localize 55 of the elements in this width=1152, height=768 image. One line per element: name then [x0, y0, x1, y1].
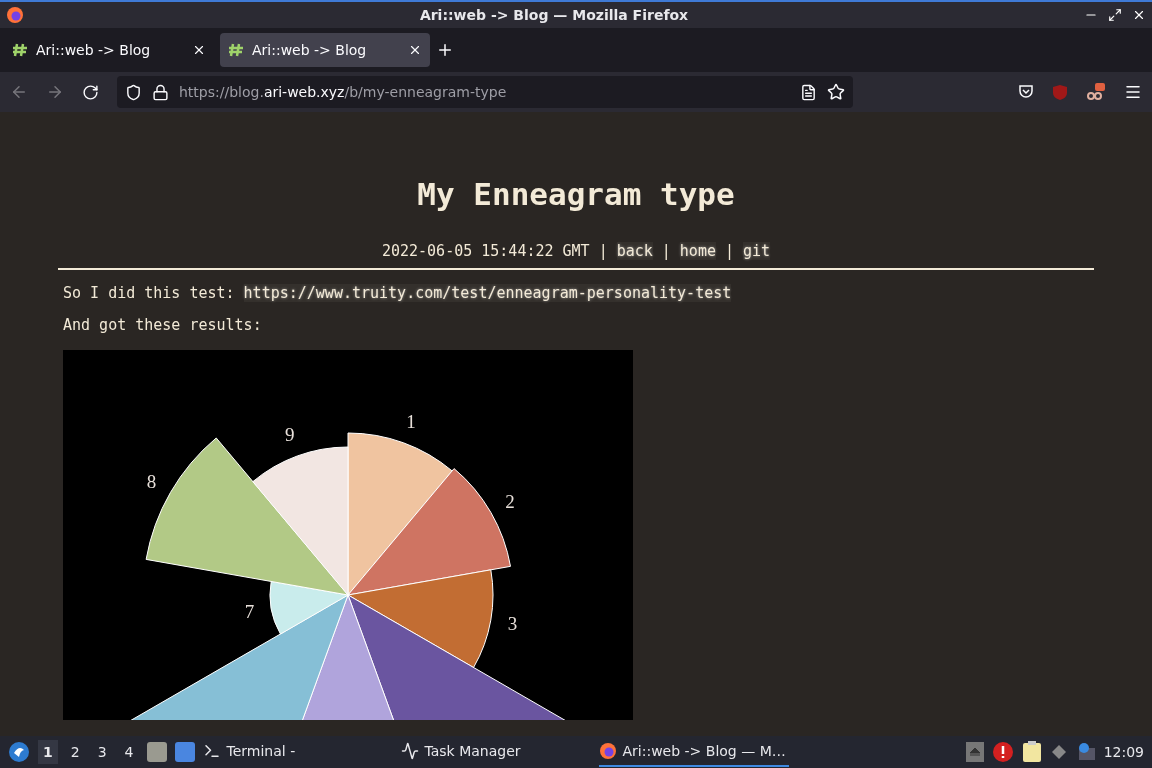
- taskbar-window-button[interactable]: Ari::web -> Blog — M…: [598, 737, 789, 767]
- firefox-logo-icon: [598, 742, 617, 760]
- meta-text: |: [598, 242, 608, 260]
- firefox-logo-icon: [6, 6, 24, 24]
- hash-favicon-icon: [12, 43, 28, 57]
- start-menu-icon[interactable]: [8, 741, 30, 763]
- forward-icon[interactable]: [46, 83, 64, 101]
- sector-label: 9: [285, 424, 295, 446]
- eject-icon[interactable]: [965, 742, 984, 762]
- workspace-button[interactable]: 1: [38, 740, 58, 764]
- sector-label: 1: [406, 411, 416, 433]
- browser-tab[interactable]: Ari::web -> Blog: [220, 33, 430, 67]
- workspace-button[interactable]: 4: [119, 740, 139, 764]
- sector-label: 3: [507, 613, 518, 634]
- menu-icon[interactable]: [1124, 83, 1142, 101]
- reload-icon[interactable]: [82, 83, 99, 101]
- shield-icon: [125, 83, 142, 101]
- nav-link[interactable]: home: [679, 242, 716, 260]
- new-tab-icon[interactable]: [436, 41, 454, 59]
- back-icon[interactable]: [10, 83, 28, 101]
- post-title: My Enneagram type: [416, 176, 736, 212]
- nav-link[interactable]: git: [743, 242, 771, 260]
- hash-favicon-icon: [228, 43, 244, 57]
- close-tab-icon[interactable]: [192, 43, 206, 57]
- workspace-button[interactable]: 2: [65, 740, 85, 764]
- meta-text: 2022-06-05 15:44:22 GMT: [381, 242, 590, 260]
- close-tab-icon[interactable]: [408, 43, 422, 57]
- close-icon[interactable]: [1132, 8, 1146, 22]
- window-title: Ari::web -> Blog — Mozilla Firefox: [418, 7, 690, 23]
- clipboard-icon[interactable]: [1021, 741, 1042, 763]
- taskbar-window-button[interactable]: Task Manager: [400, 737, 591, 767]
- pocket-icon[interactable]: [1018, 84, 1034, 100]
- terminal-icon: [202, 742, 221, 760]
- workspace-button[interactable]: 3: [92, 740, 112, 764]
- paragraph-text: And got these results:: [63, 316, 262, 334]
- test-link[interactable]: https://www.truity.com/test/enneagram-personality-test: [243, 284, 732, 302]
- sector-label: 7: [244, 601, 255, 623]
- maximize-icon[interactable]: [1108, 8, 1122, 22]
- sector-label: 2: [505, 490, 515, 512]
- clock: 12:09: [1103, 744, 1144, 760]
- meta-text: |: [661, 242, 671, 260]
- taskbar-window-button[interactable]: Terminal -: [202, 737, 393, 767]
- paragraph-text: So I did this test:: [63, 284, 235, 302]
- meta-text: |: [724, 242, 734, 260]
- bookmark-star-icon[interactable]: [827, 83, 845, 101]
- reader-view-icon[interactable]: [800, 83, 817, 101]
- url-text: https://blog.ari-web.xyz/b/my-enneagram-type: [179, 84, 508, 100]
- glasses-extension-icon[interactable]: [1086, 82, 1106, 102]
- activity-icon: [400, 742, 419, 760]
- address-bar[interactable]: https://blog.ari-web.xyz/b/my-enneagram-type: [117, 76, 853, 108]
- alert-icon[interactable]: [991, 741, 1014, 763]
- lock-icon: [152, 83, 169, 101]
- nav-link[interactable]: back: [616, 242, 653, 260]
- browser-tab[interactable]: Ari::web -> Blog: [4, 33, 214, 67]
- sector-label: 8: [146, 470, 157, 492]
